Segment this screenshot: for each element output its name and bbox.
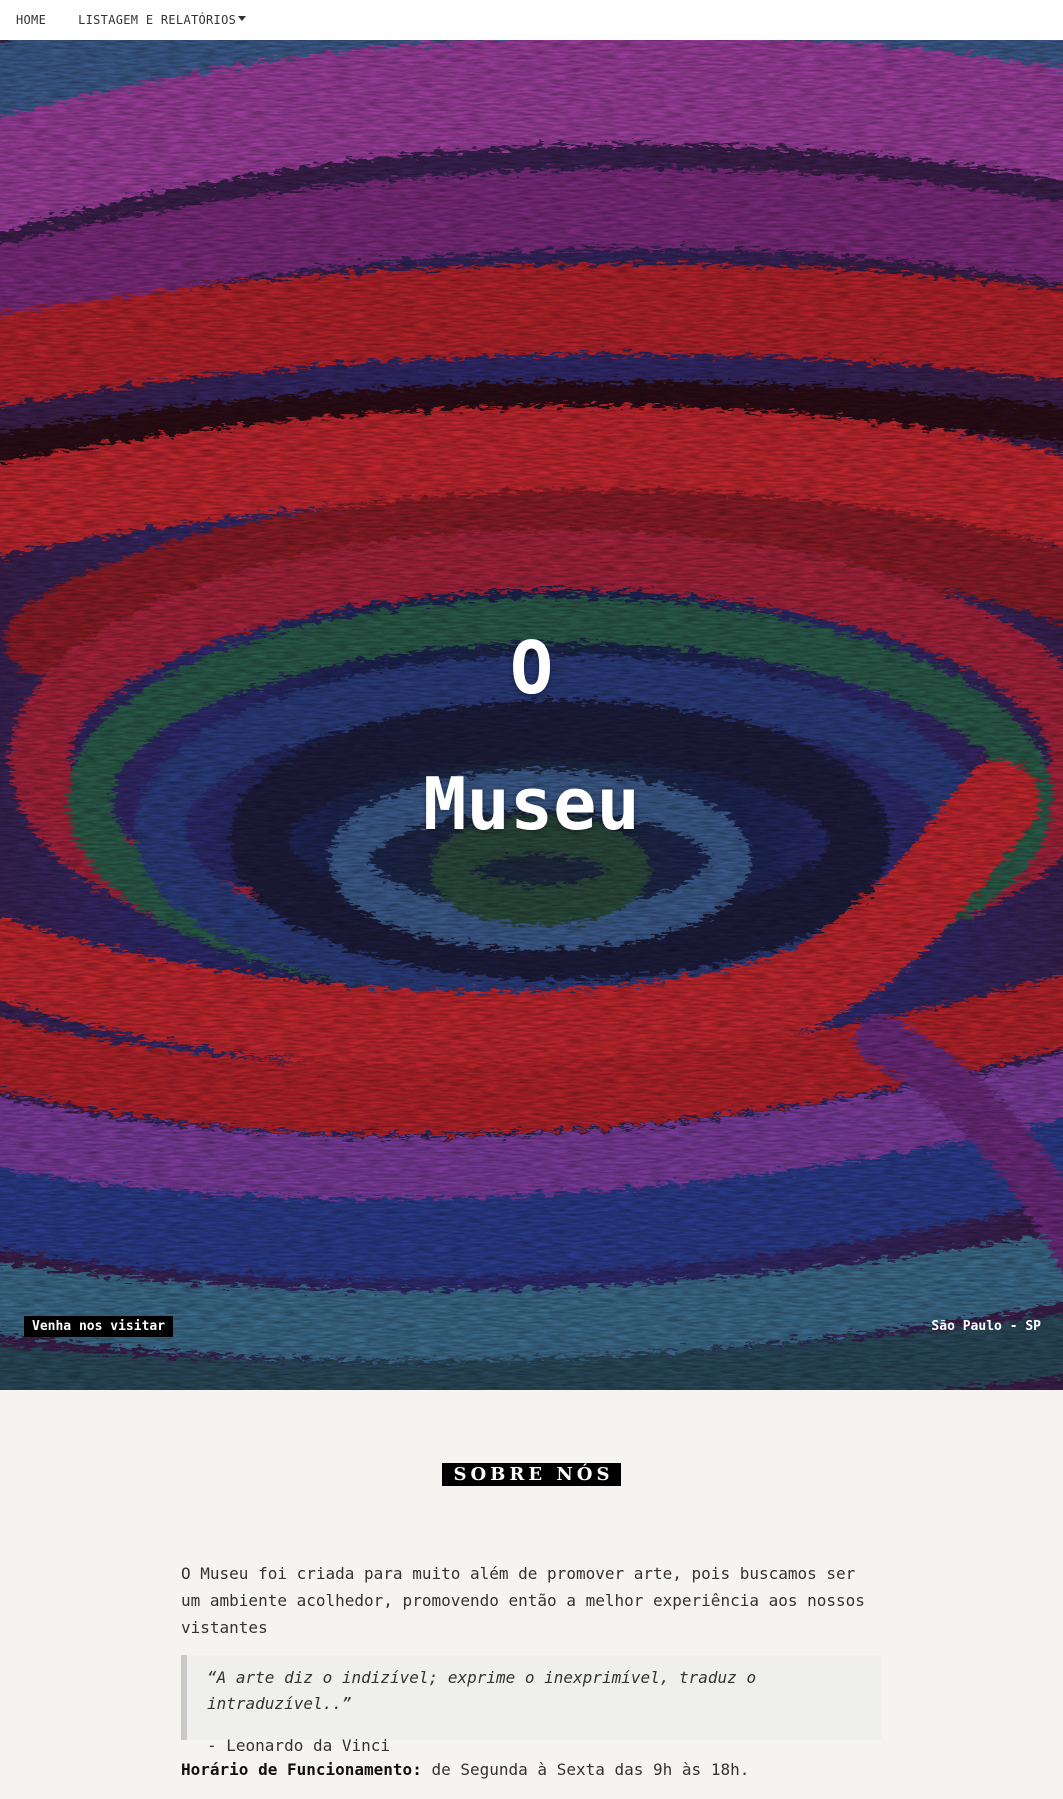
quote-block: “A arte diz o indizível; exprime o inexp… — [181, 1655, 881, 1755]
hero-banner: O Museu — [0, 40, 1063, 1390]
nav-home-link[interactable]: HOME — [16, 13, 46, 27]
about-heading: SOBRE NÓS — [441, 1463, 622, 1486]
about-heading-wrapper: SOBRE NÓS — [0, 1463, 1063, 1486]
quote-author: - Leonardo da Vinci — [207, 1736, 391, 1755]
quote-text: “A arte diz o indizível; exprime o inexp… — [207, 1668, 757, 1713]
about-paragraph: O Museu foi criada para muito além de pr… — [181, 1564, 865, 1637]
hero-title: O Museu — [0, 600, 1063, 872]
hero-title-line1: O — [509, 626, 554, 710]
nav-reports-label: LISTAGEM E RELATÓRIOS — [78, 13, 237, 27]
nav-home-label: HOME — [16, 13, 47, 27]
nav-reports-dropdown[interactable]: LISTAGEM E RELATÓRIOS — [78, 13, 247, 27]
opening-hours-value: de Segunda à Sexta das 9h às 18h. — [421, 1760, 750, 1779]
visit-badge: Venha nos visitar — [24, 1316, 174, 1337]
top-navbar: HOME LISTAGEM E RELATÓRIOS — [0, 0, 1063, 40]
opening-hours-label: Horário de Funcionamento: — [181, 1760, 422, 1779]
location-label: São Paulo - SP — [931, 1319, 1041, 1334]
hero-title-line2: Museu — [423, 762, 640, 846]
caret-down-icon — [238, 16, 247, 21]
opening-hours: Horário de Funcionamento: de Segunda à S… — [181, 1757, 901, 1783]
